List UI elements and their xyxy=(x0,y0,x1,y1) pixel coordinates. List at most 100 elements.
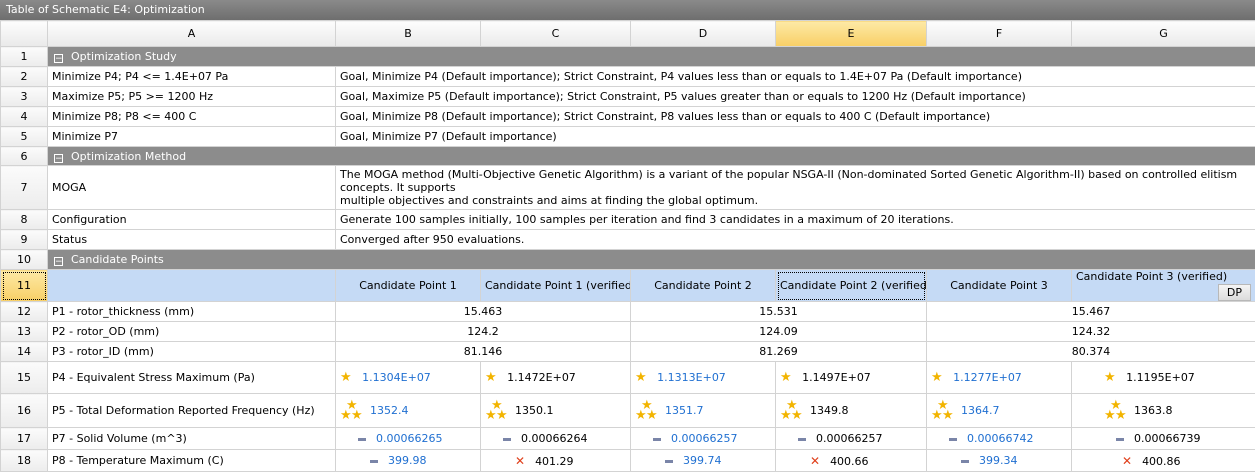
cp2-value[interactable]: ★ 1.1313E+07 xyxy=(631,362,776,394)
objective-description[interactable]: Goal, Minimize P7 (Default importance) xyxy=(336,127,1255,147)
optimization-table: A B C D E F G 1 −Optimization Study 2 Mi… xyxy=(0,20,1255,472)
cp1-value[interactable]: 15.463 xyxy=(336,302,631,322)
cp3-value[interactable]: 80.374 xyxy=(927,342,1255,362)
column-header-c[interactable]: C xyxy=(481,21,631,47)
cp2-value[interactable]: 124.09 xyxy=(631,322,927,342)
cp3-verified-value[interactable]: ★ 1.1195E+07 xyxy=(1072,362,1255,394)
row-number[interactable]: 10 xyxy=(1,250,48,270)
row-number[interactable]: 17 xyxy=(1,428,48,450)
table-row: 7 MOGA The MOGA method (Multi-Objective … xyxy=(1,166,1255,210)
row-number[interactable]: 5 xyxy=(1,127,48,147)
cp2-verified-value[interactable]: ★★★1349.8 xyxy=(776,394,927,428)
row-number[interactable]: 14 xyxy=(1,342,48,362)
row-number[interactable]: 15 xyxy=(1,362,48,394)
objective-description[interactable]: Goal, Maximize P5 (Default importance); … xyxy=(336,87,1255,107)
row-number[interactable]: 11 xyxy=(1,270,48,302)
objective-label[interactable]: Minimize P7 xyxy=(48,127,336,147)
row-number[interactable]: 9 xyxy=(1,230,48,250)
row-number[interactable]: 8 xyxy=(1,210,48,230)
star-icon: ★ xyxy=(340,370,352,385)
row-number[interactable]: 2 xyxy=(1,67,48,87)
candidate-header-cp1-verified[interactable]: Candidate Point 1 (verified) xyxy=(481,270,631,302)
candidate-header-cp3-verified[interactable]: Candidate Point 3 (verified)DP xyxy=(1072,270,1255,302)
cp1-verified-value[interactable]: ★★★1350.1 xyxy=(481,394,631,428)
cp3-value[interactable]: 15.467 xyxy=(927,302,1255,322)
row-number[interactable]: 3 xyxy=(1,87,48,107)
column-header-e[interactable]: E xyxy=(776,21,927,47)
row-number[interactable]: 16 xyxy=(1,394,48,428)
row-number[interactable]: 1 xyxy=(1,47,48,67)
parameter-label[interactable]: P3 - rotor_ID (mm) xyxy=(48,342,336,362)
cp1-value[interactable]: 124.2 xyxy=(336,322,631,342)
dash-icon xyxy=(358,438,366,441)
objective-label[interactable]: Minimize P8; P8 <= 400 C xyxy=(48,107,336,127)
candidate-header-cp3[interactable]: Candidate Point 3 xyxy=(927,270,1072,302)
output-label[interactable]: P4 - Equivalent Stress Maximum (Pa) xyxy=(48,362,336,394)
output-label[interactable]: P5 - Total Deformation Reported Frequenc… xyxy=(48,394,336,428)
parameter-label[interactable]: P2 - rotor_OD (mm) xyxy=(48,322,336,342)
section-header[interactable]: −Optimization Study xyxy=(48,47,1255,67)
collapse-icon[interactable]: − xyxy=(54,54,63,63)
cp3-value[interactable]: 124.32 xyxy=(927,322,1255,342)
x-mark-icon: ✕ xyxy=(810,454,820,468)
table-row: 14 P3 - rotor_ID (mm) 81.146 81.269 80.3… xyxy=(1,342,1255,362)
cp3-value[interactable]: ★ 1.1277E+07 xyxy=(927,362,1072,394)
cp1-verified-value[interactable]: 0.00066264 xyxy=(481,428,631,450)
cp3-verified-value[interactable]: 0.00066739 xyxy=(1072,428,1255,450)
method-description[interactable]: The MOGA method (Multi-Objective Genetic… xyxy=(336,166,1255,210)
cp3-value[interactable]: ★★★1364.7 xyxy=(927,394,1072,428)
method-label[interactable]: MOGA xyxy=(48,166,336,210)
candidate-header-cp2[interactable]: Candidate Point 2 xyxy=(631,270,776,302)
three-stars-icon: ★★★ xyxy=(780,399,804,423)
cp2-value[interactable]: ★★★1351.7 xyxy=(631,394,776,428)
objective-label[interactable]: Minimize P4; P4 <= 1.4E+07 Pa xyxy=(48,67,336,87)
configuration-value[interactable]: Generate 100 samples initially, 100 samp… xyxy=(336,210,1255,230)
table-row: 13 P2 - rotor_OD (mm) 124.2 124.09 124.3… xyxy=(1,322,1255,342)
column-header-f[interactable]: F xyxy=(927,21,1072,47)
dp-button[interactable]: DP xyxy=(1218,284,1251,301)
dash-icon xyxy=(665,460,673,463)
status-value[interactable]: Converged after 950 evaluations. xyxy=(336,230,1255,250)
corner-cell[interactable] xyxy=(1,21,48,47)
candidate-header-blank[interactable] xyxy=(48,270,336,302)
collapse-icon[interactable]: − xyxy=(54,257,63,266)
cp2-verified-value[interactable]: ★ 1.1497E+07 xyxy=(776,362,927,394)
output-label[interactable]: P7 - Solid Volume (m^3) xyxy=(48,428,336,450)
cp1-verified-value[interactable]: ★ 1.1472E+07 xyxy=(481,362,631,394)
column-header-a[interactable]: A xyxy=(48,21,336,47)
cp1-value[interactable]: ★ 1.1304E+07 xyxy=(336,362,481,394)
row-number[interactable]: 6 xyxy=(1,147,48,166)
cp2-value[interactable]: 15.531 xyxy=(631,302,927,322)
row-number[interactable]: 13 xyxy=(1,322,48,342)
collapse-icon[interactable]: − xyxy=(54,154,63,163)
section-header[interactable]: −Candidate Points xyxy=(48,250,1255,270)
cp3-value[interactable]: 0.00066742 xyxy=(927,428,1072,450)
configuration-label[interactable]: Configuration xyxy=(48,210,336,230)
cp2-verified-value[interactable]: 0.00066257 xyxy=(776,428,927,450)
column-header-b[interactable]: B xyxy=(336,21,481,47)
star-icon: ★ xyxy=(485,370,497,385)
cp2-value[interactable]: 0.00066257 xyxy=(631,428,776,450)
candidate-header-cp2-verified[interactable]: Candidate Point 2 (verified) xyxy=(776,270,927,302)
status-label[interactable]: Status xyxy=(48,230,336,250)
window-title: Table of Schematic E4: Optimization xyxy=(0,0,1255,20)
column-header-d[interactable]: D xyxy=(631,21,776,47)
row-number[interactable]: 12 xyxy=(1,302,48,322)
row-number[interactable]: 4 xyxy=(1,107,48,127)
column-header-g[interactable]: G xyxy=(1072,21,1255,47)
cp3-verified-value[interactable]: ★★★1363.8 xyxy=(1072,394,1255,428)
section-row-optimization-study: 1 −Optimization Study xyxy=(1,47,1255,67)
cp1-value[interactable]: ★★★1352.4 xyxy=(336,394,481,428)
parameter-label[interactable]: P1 - rotor_thickness (mm) xyxy=(48,302,336,322)
objective-description[interactable]: Goal, Minimize P8 (Default importance); … xyxy=(336,107,1255,127)
three-stars-icon: ★★★ xyxy=(635,399,659,423)
cp2-value[interactable]: 81.269 xyxy=(631,342,927,362)
candidate-header-cp1[interactable]: Candidate Point 1 xyxy=(336,270,481,302)
row-number[interactable]: 7 xyxy=(1,166,48,210)
cp1-value[interactable]: 81.146 xyxy=(336,342,631,362)
section-title: Candidate Points xyxy=(71,253,164,266)
objective-description[interactable]: Goal, Minimize P4 (Default importance); … xyxy=(336,67,1255,87)
objective-label[interactable]: Maximize P5; P5 >= 1200 Hz xyxy=(48,87,336,107)
section-header[interactable]: −Optimization Method xyxy=(48,147,1255,166)
cp1-value[interactable]: 0.00066265 xyxy=(336,428,481,450)
